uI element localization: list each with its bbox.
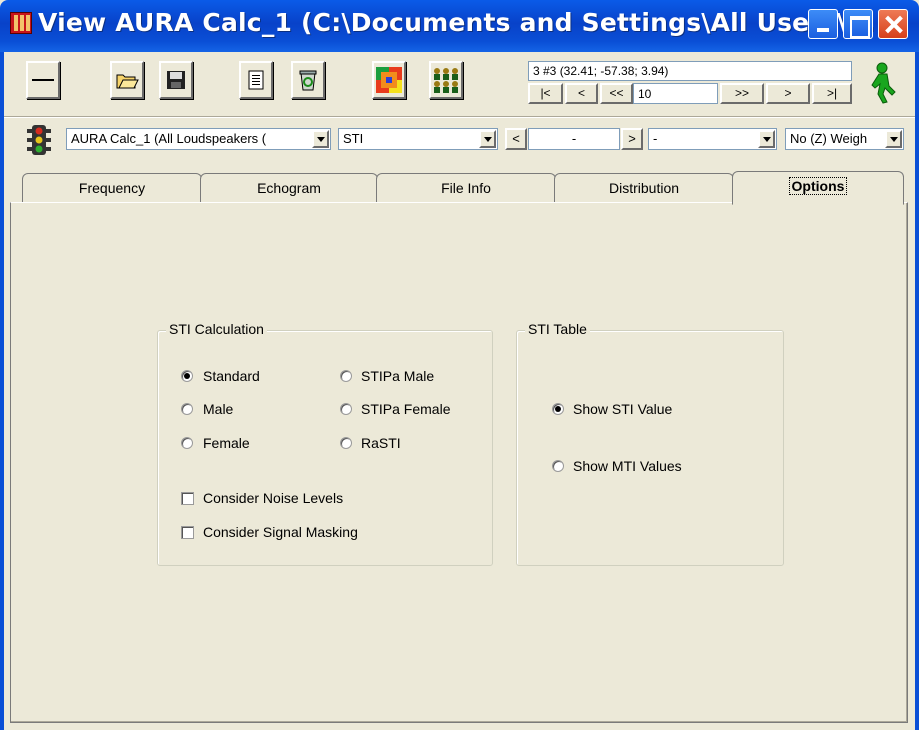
option-label[interactable]: Show MTI Values (573, 458, 682, 474)
traffic-light-shape (27, 125, 51, 155)
fast-back-button[interactable]: << (600, 83, 633, 104)
option-label[interactable]: RaSTI (361, 435, 401, 451)
tab-echogram[interactable]: Echogram (200, 173, 378, 203)
value-next-button[interactable]: > (621, 128, 643, 150)
minimize-icon[interactable] (808, 9, 838, 39)
radio-stipa-female[interactable] (340, 403, 352, 415)
walking-man-button[interactable] (865, 62, 901, 104)
window-frame-right (915, 52, 919, 730)
option-label[interactable]: STIPa Female (361, 401, 450, 417)
last-button[interactable]: >| (812, 83, 852, 104)
tab-label: Frequency (78, 180, 146, 196)
value-prev-button[interactable]: < (505, 128, 527, 150)
parameter-select-value: STI (343, 131, 364, 146)
radio-stipa-male[interactable] (340, 370, 352, 382)
save-button[interactable] (159, 61, 193, 99)
first-button[interactable]: |< (528, 83, 563, 104)
close-icon[interactable] (878, 9, 908, 39)
tab-file-info[interactable]: File Info (376, 173, 556, 203)
traffic-light-icon[interactable] (26, 124, 52, 156)
color-map-icon (376, 67, 402, 93)
option-label[interactable]: Standard (203, 368, 260, 384)
tab-frequency[interactable]: Frequency (22, 173, 202, 203)
line-icon (32, 79, 54, 81)
step-input[interactable] (633, 83, 718, 104)
option-label[interactable]: Male (203, 401, 233, 417)
band-select-value: - (653, 131, 658, 146)
save-disk-icon (167, 71, 185, 89)
notes-button[interactable] (239, 61, 273, 99)
checkbox-signal-masking[interactable] (181, 526, 194, 539)
window-title: View AURA Calc_1 (C:\Documents and Setti… (38, 8, 876, 37)
tab-label: File Info (441, 180, 491, 196)
radio-rasti[interactable] (340, 437, 352, 449)
sti-table-group (516, 330, 784, 566)
chevron-down-icon[interactable] (758, 130, 775, 148)
audience-areas-button[interactable] (429, 61, 463, 99)
window-frame-left (0, 52, 4, 730)
calculation-select[interactable]: AURA Calc_1 (All Loudspeakers ( (66, 128, 331, 150)
chevron-down-icon[interactable] (479, 130, 496, 148)
prev-button[interactable]: < (565, 83, 598, 104)
band-select[interactable]: - (648, 128, 777, 150)
calculation-select-value: AURA Calc_1 (All Loudspeakers ( (71, 131, 267, 146)
app-icon[interactable] (10, 12, 32, 34)
tab-label: Options (788, 177, 848, 195)
radio-show-sti-value[interactable] (552, 403, 564, 415)
radio-show-mti-values[interactable] (552, 460, 564, 472)
maximize-icon[interactable] (843, 9, 873, 39)
radio-female[interactable] (181, 437, 193, 449)
chevron-down-icon[interactable] (885, 130, 902, 148)
parameter-select[interactable]: STI (338, 128, 498, 150)
tab-label: Echogram (257, 180, 321, 196)
open-folder-icon (116, 74, 139, 89)
option-label[interactable]: Show STI Value (573, 401, 672, 417)
recycle-icon (299, 70, 317, 91)
checkbox-label[interactable]: Consider Noise Levels (203, 490, 343, 506)
checkbox-noise-levels[interactable] (181, 492, 194, 505)
radio-standard[interactable] (181, 370, 193, 382)
weighting-select-value: No (Z) Weigh (790, 131, 868, 146)
next-button[interactable]: > (766, 83, 810, 104)
color-map-button[interactable] (372, 61, 406, 99)
position-readout: 3 #3 (32.41; -57.38; 3.94) (528, 61, 852, 81)
recycle-button[interactable] (291, 61, 325, 99)
option-label[interactable]: STIPa Male (361, 368, 434, 384)
line-tool-button[interactable] (26, 61, 60, 99)
group-title: STI Calculation (166, 321, 267, 337)
open-button[interactable] (110, 61, 144, 99)
value-field[interactable]: - (528, 128, 620, 150)
tab-label: Distribution (608, 180, 680, 196)
radio-male[interactable] (181, 403, 193, 415)
notepad-icon (248, 70, 264, 90)
walking-man-icon (871, 62, 896, 104)
chevron-down-icon[interactable] (312, 130, 329, 148)
receiver-navigator: 3 #3 (32.41; -57.38; 3.94) |< < << >> > … (528, 61, 855, 104)
fast-forward-button[interactable]: >> (720, 83, 764, 104)
tab-options[interactable]: Options (732, 171, 904, 205)
option-label[interactable]: Female (203, 435, 250, 451)
audience-icon (434, 68, 458, 93)
group-title: STI Table (525, 321, 590, 337)
toolbar-separator (4, 116, 915, 118)
weighting-select[interactable]: No (Z) Weigh (785, 128, 904, 150)
tab-distribution[interactable]: Distribution (554, 173, 734, 203)
checkbox-label[interactable]: Consider Signal Masking (203, 524, 358, 540)
